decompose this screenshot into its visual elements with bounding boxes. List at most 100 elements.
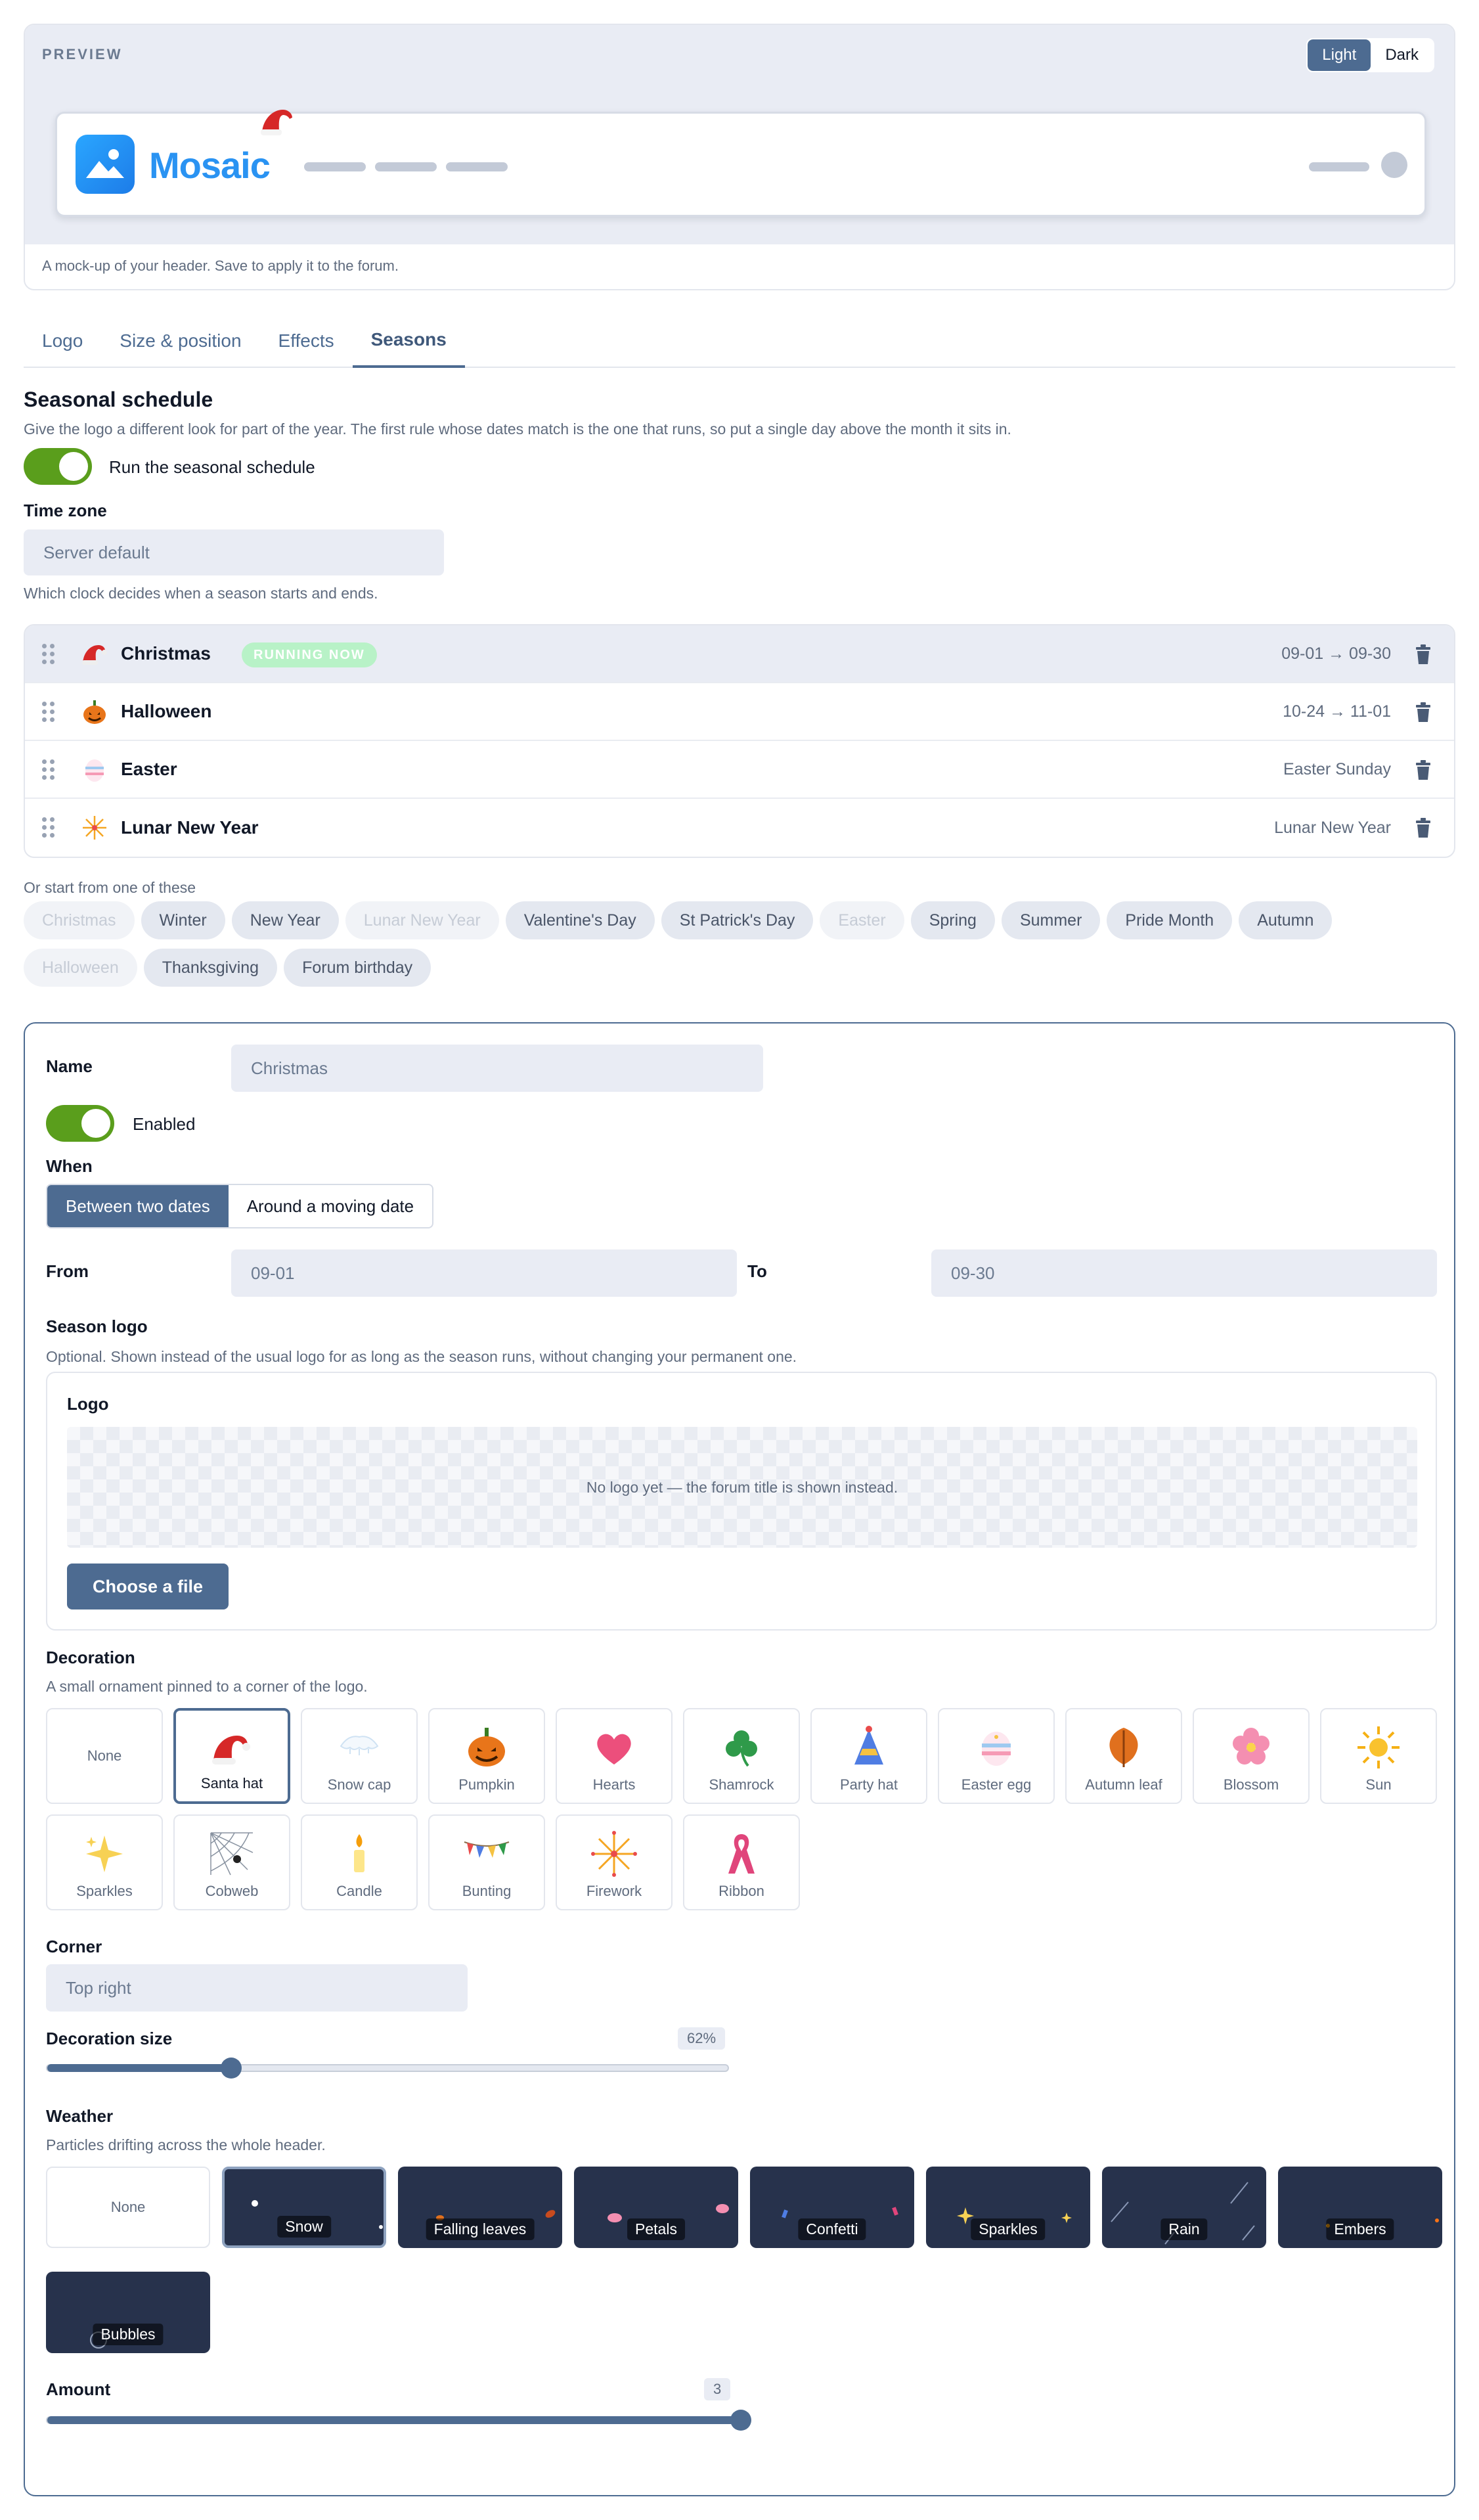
logo-upload-panel: Logo No logo yet — the forum title is sh… xyxy=(46,1372,1437,1631)
mock-header: Mosaic xyxy=(55,110,1426,217)
weather-petals[interactable]: Petals xyxy=(574,2167,738,2248)
preset-chip[interactable]: Thanksgiving xyxy=(143,949,278,987)
trash-icon[interactable] xyxy=(1415,817,1432,838)
enabled-toggle[interactable] xyxy=(46,1105,114,1142)
amount-slider[interactable] xyxy=(46,2410,751,2431)
preset-chip[interactable]: Autumn xyxy=(1239,901,1333,939)
preset-chip[interactable]: Winter xyxy=(141,901,225,939)
decoration-shamrock[interactable]: Shamrock xyxy=(683,1708,800,1804)
preset-chip[interactable]: Easter xyxy=(820,901,904,939)
weather-bubbles[interactable]: Bubbles xyxy=(46,2272,210,2353)
season-logo-title: Season logo xyxy=(46,1316,148,1336)
decoration-blossom[interactable]: Blossom xyxy=(1193,1708,1310,1804)
light-mode-button[interactable]: Light xyxy=(1308,39,1371,71)
tab-seasons[interactable]: Seasons xyxy=(352,314,465,368)
heart-icon xyxy=(597,1734,631,1765)
weather-snow[interactable]: Snow xyxy=(222,2167,386,2248)
weather-confetti[interactable]: Confetti xyxy=(750,2167,914,2248)
slider-thumb[interactable] xyxy=(730,2410,751,2431)
decoration-none[interactable]: None xyxy=(46,1708,163,1804)
timezone-label: Time zone xyxy=(24,501,107,520)
tab-size-position[interactable]: Size & position xyxy=(101,314,259,368)
weather-embers[interactable]: Embers xyxy=(1278,2167,1442,2248)
weather-falling-leaves[interactable]: Falling leaves xyxy=(398,2167,562,2248)
logo-dropzone[interactable]: No logo yet — the forum title is shown i… xyxy=(67,1427,1417,1548)
decoration-sparkles[interactable]: Sparkles xyxy=(46,1814,163,1910)
choose-file-button[interactable]: Choose a file xyxy=(67,1564,229,1609)
decoration-size-slider[interactable] xyxy=(46,2058,729,2079)
moving-date-option[interactable]: Around a moving date xyxy=(229,1185,432,1227)
rule-row[interactable]: Christmas RUNNING NOW 09-01 → 09-30 xyxy=(25,625,1454,683)
to-label: To xyxy=(747,1261,767,1281)
schedule-description: Give the logo a different look for part … xyxy=(24,420,1011,438)
season-editor: Name Christmas Enabled When Between two … xyxy=(24,1022,1455,2496)
decoration-party-hat[interactable]: Party hat xyxy=(810,1708,927,1804)
decoration-candle[interactable]: Candle xyxy=(301,1814,418,1910)
rule-range: Easter Sunday xyxy=(1283,759,1391,778)
drag-handle-icon[interactable] xyxy=(42,644,55,665)
tab-logo[interactable]: Logo xyxy=(24,314,101,368)
slider-fill xyxy=(47,2416,741,2424)
enabled-switch[interactable] xyxy=(46,1105,114,1142)
schedule-switch[interactable] xyxy=(24,448,92,485)
nav-placeholder xyxy=(304,162,366,171)
decoration-pumpkin[interactable]: Pumpkin xyxy=(428,1708,545,1804)
rule-row[interactable]: Lunar New Year Lunar New Year xyxy=(25,799,1454,857)
weather-grid: None Snow Falling leaves Petals Confetti… xyxy=(46,2167,1442,2353)
slider-thumb[interactable] xyxy=(221,2058,242,2079)
season-rules-list: Christmas RUNNING NOW 09-01 → 09-30 Hall… xyxy=(24,624,1455,858)
decoration-bunting[interactable]: Bunting xyxy=(428,1814,545,1910)
name-label: Name xyxy=(46,1056,93,1076)
trash-icon[interactable] xyxy=(1415,759,1432,780)
between-dates-option[interactable]: Between two dates xyxy=(47,1185,229,1227)
decoration-snow-cap[interactable]: Snow cap xyxy=(301,1708,418,1804)
preset-chip[interactable]: Lunar New Year xyxy=(345,901,499,939)
timezone-select[interactable]: Server default xyxy=(24,529,444,575)
decoration-easter-egg[interactable]: Easter egg xyxy=(938,1708,1055,1804)
nav-placeholder xyxy=(375,162,437,171)
preview-canvas: PREVIEW Light Dark Mosaic xyxy=(25,25,1454,244)
decoration-santa-hat[interactable]: Santa hat xyxy=(173,1708,290,1804)
preset-chip[interactable]: Forum birthday xyxy=(284,949,431,987)
preset-chip[interactable]: Pride Month xyxy=(1107,901,1233,939)
trash-icon[interactable] xyxy=(1415,702,1432,723)
drag-handle-icon[interactable] xyxy=(42,759,55,780)
to-input[interactable]: 09-30 xyxy=(931,1249,1437,1297)
name-input[interactable]: Christmas xyxy=(231,1045,763,1092)
decoration-cobweb[interactable]: Cobweb xyxy=(173,1814,290,1910)
preset-chip[interactable]: Valentine's Day xyxy=(505,901,655,939)
preset-chip[interactable]: Summer xyxy=(1001,901,1101,939)
decoration-sun[interactable]: Sun xyxy=(1320,1708,1437,1804)
tab-effects[interactable]: Effects xyxy=(260,314,353,368)
from-input[interactable]: 09-01 xyxy=(231,1249,737,1297)
autumn-leaf-icon xyxy=(1109,1728,1138,1767)
schedule-title: Seasonal schedule xyxy=(24,388,213,411)
logo-label: Logo xyxy=(67,1394,109,1414)
drag-handle-icon[interactable] xyxy=(42,817,55,838)
site-title: Mosaic xyxy=(149,145,271,186)
corner-label: Corner xyxy=(46,1937,102,1956)
decoration-ribbon[interactable]: Ribbon xyxy=(683,1814,800,1910)
dark-mode-button[interactable]: Dark xyxy=(1371,39,1433,71)
rule-row[interactable]: Easter Easter Sunday xyxy=(25,741,1454,799)
rule-row[interactable]: Halloween 10-24 → 11-01 xyxy=(25,683,1454,741)
decoration-firework[interactable]: Firework xyxy=(556,1814,673,1910)
preset-chip[interactable]: St Patrick's Day xyxy=(661,901,814,939)
weather-sparkles[interactable]: Sparkles xyxy=(926,2167,1090,2248)
preset-chip[interactable]: Christmas xyxy=(24,901,135,939)
santa-hat-icon xyxy=(212,1736,250,1765)
candle-icon xyxy=(354,1834,364,1872)
decoration-size-label: Decoration size xyxy=(46,2029,173,2048)
corner-select[interactable]: Top right xyxy=(46,1964,468,2012)
decoration-hearts[interactable]: Hearts xyxy=(556,1708,673,1804)
rule-name: Easter xyxy=(121,759,177,779)
schedule-toggle[interactable] xyxy=(24,448,92,485)
trash-icon[interactable] xyxy=(1415,644,1432,665)
preset-chip[interactable]: Spring xyxy=(910,901,995,939)
weather-none[interactable]: None xyxy=(46,2167,210,2248)
drag-handle-icon[interactable] xyxy=(42,702,55,723)
preset-chip[interactable]: Halloween xyxy=(24,949,137,987)
preset-chip[interactable]: New Year xyxy=(231,901,339,939)
decoration-autumn-leaf[interactable]: Autumn leaf xyxy=(1065,1708,1182,1804)
weather-rain[interactable]: Rain xyxy=(1102,2167,1266,2248)
